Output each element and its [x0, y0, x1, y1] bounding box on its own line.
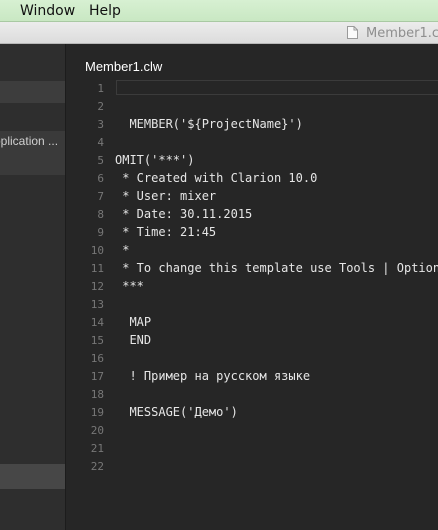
code-line[interactable]: 2 — [66, 97, 438, 115]
code-text[interactable]: * To change this template use Tools | Op… — [115, 261, 438, 275]
line-number: 22 — [90, 460, 104, 473]
window-title: Member1.clw — [366, 26, 438, 41]
code-line[interactable]: 10 * — [66, 241, 438, 259]
line-number: 13 — [90, 298, 104, 311]
menu-help[interactable]: Help — [89, 3, 121, 19]
code-text[interactable]: * Date: 30.11.2015 — [115, 207, 252, 221]
code-line[interactable]: 7 * User: mixer — [66, 187, 438, 205]
line-number: 16 — [90, 352, 104, 365]
code-text[interactable]: * User: mixer — [115, 189, 216, 203]
line-number: 14 — [90, 316, 104, 329]
code-text[interactable]: MESSAGE('Демо') — [115, 405, 237, 419]
sidebar-item-label: pplication ... — [0, 134, 59, 148]
line-number: 19 — [90, 406, 104, 419]
line-number: 8 — [97, 208, 104, 221]
sidebar-item[interactable] — [0, 81, 65, 103]
line-number: 3 — [97, 118, 104, 131]
code-text[interactable]: * Time: 21:45 — [115, 225, 216, 239]
line-number: 11 — [90, 262, 104, 275]
line-number: 7 — [97, 190, 104, 203]
code-line[interactable]: 4 — [66, 133, 438, 151]
code-text[interactable]: OMIT('***') — [115, 153, 194, 167]
code-text[interactable]: * Created with Clarion 10.0 — [115, 171, 317, 185]
code-text[interactable]: END — [115, 333, 151, 347]
line-number: 15 — [90, 334, 104, 347]
code-line[interactable]: 21 — [66, 439, 438, 457]
current-line-highlight — [116, 80, 438, 95]
code-line[interactable]: 12 *** — [66, 277, 438, 295]
line-number: 2 — [97, 100, 104, 113]
line-number: 21 — [90, 442, 104, 455]
line-number: 12 — [90, 280, 104, 293]
code-line[interactable]: 18 — [66, 385, 438, 403]
code-line[interactable]: 13 — [66, 295, 438, 313]
code-line[interactable]: 5 OMIT('***') — [66, 151, 438, 169]
code-line[interactable]: 17 ! Пример на русском языке — [66, 367, 438, 385]
code-line[interactable]: 8 * Date: 30.11.2015 — [66, 205, 438, 223]
code-line[interactable]: 19 MESSAGE('Демо') — [66, 403, 438, 421]
code-editor[interactable]: Member1.clw 123 MEMBER('${ProjectName}')… — [66, 44, 438, 530]
code-line[interactable]: 3 MEMBER('${ProjectName}') — [66, 115, 438, 133]
code-line[interactable]: 6 * Created with Clarion 10.0 — [66, 169, 438, 187]
code-line[interactable]: 11 * To change this template use Tools |… — [66, 259, 438, 277]
code-line[interactable]: 9 * Time: 21:45 — [66, 223, 438, 241]
line-number: 1 — [97, 82, 104, 95]
code-text[interactable]: MAP — [115, 315, 151, 329]
code-line[interactable]: 14 MAP — [66, 313, 438, 331]
code-line[interactable]: 22 — [66, 457, 438, 475]
code-text[interactable]: *** — [115, 279, 144, 293]
sidebar-item-selected[interactable] — [0, 464, 65, 489]
code-line[interactable]: 16 — [66, 349, 438, 367]
line-number: 20 — [90, 424, 104, 437]
code-line[interactable]: 1 — [66, 79, 438, 97]
sidebar-item-application[interactable]: pplication ... — [0, 131, 65, 175]
line-number: 6 — [97, 172, 104, 185]
code-text[interactable]: MEMBER('${ProjectName}') — [115, 117, 302, 131]
tab-member1[interactable]: Member1.clw — [85, 59, 162, 74]
menu-window[interactable]: Window — [20, 3, 75, 19]
line-number: 4 — [97, 136, 104, 149]
menu-bar: Window Help — [0, 0, 438, 22]
line-number: 18 — [90, 388, 104, 401]
code-line[interactable]: 15 END — [66, 331, 438, 349]
code-text[interactable]: * — [115, 243, 129, 257]
code-text[interactable]: ! Пример на русском языке — [115, 369, 310, 383]
document-icon — [347, 26, 358, 39]
sidebar-panel: pplication ... — [0, 44, 66, 530]
code-line[interactable]: 20 — [66, 421, 438, 439]
window-title-bar: Member1.clw — [0, 22, 438, 44]
line-number: 9 — [97, 226, 104, 239]
line-number: 17 — [90, 370, 104, 383]
line-number: 5 — [97, 154, 104, 167]
line-number: 10 — [90, 244, 104, 257]
